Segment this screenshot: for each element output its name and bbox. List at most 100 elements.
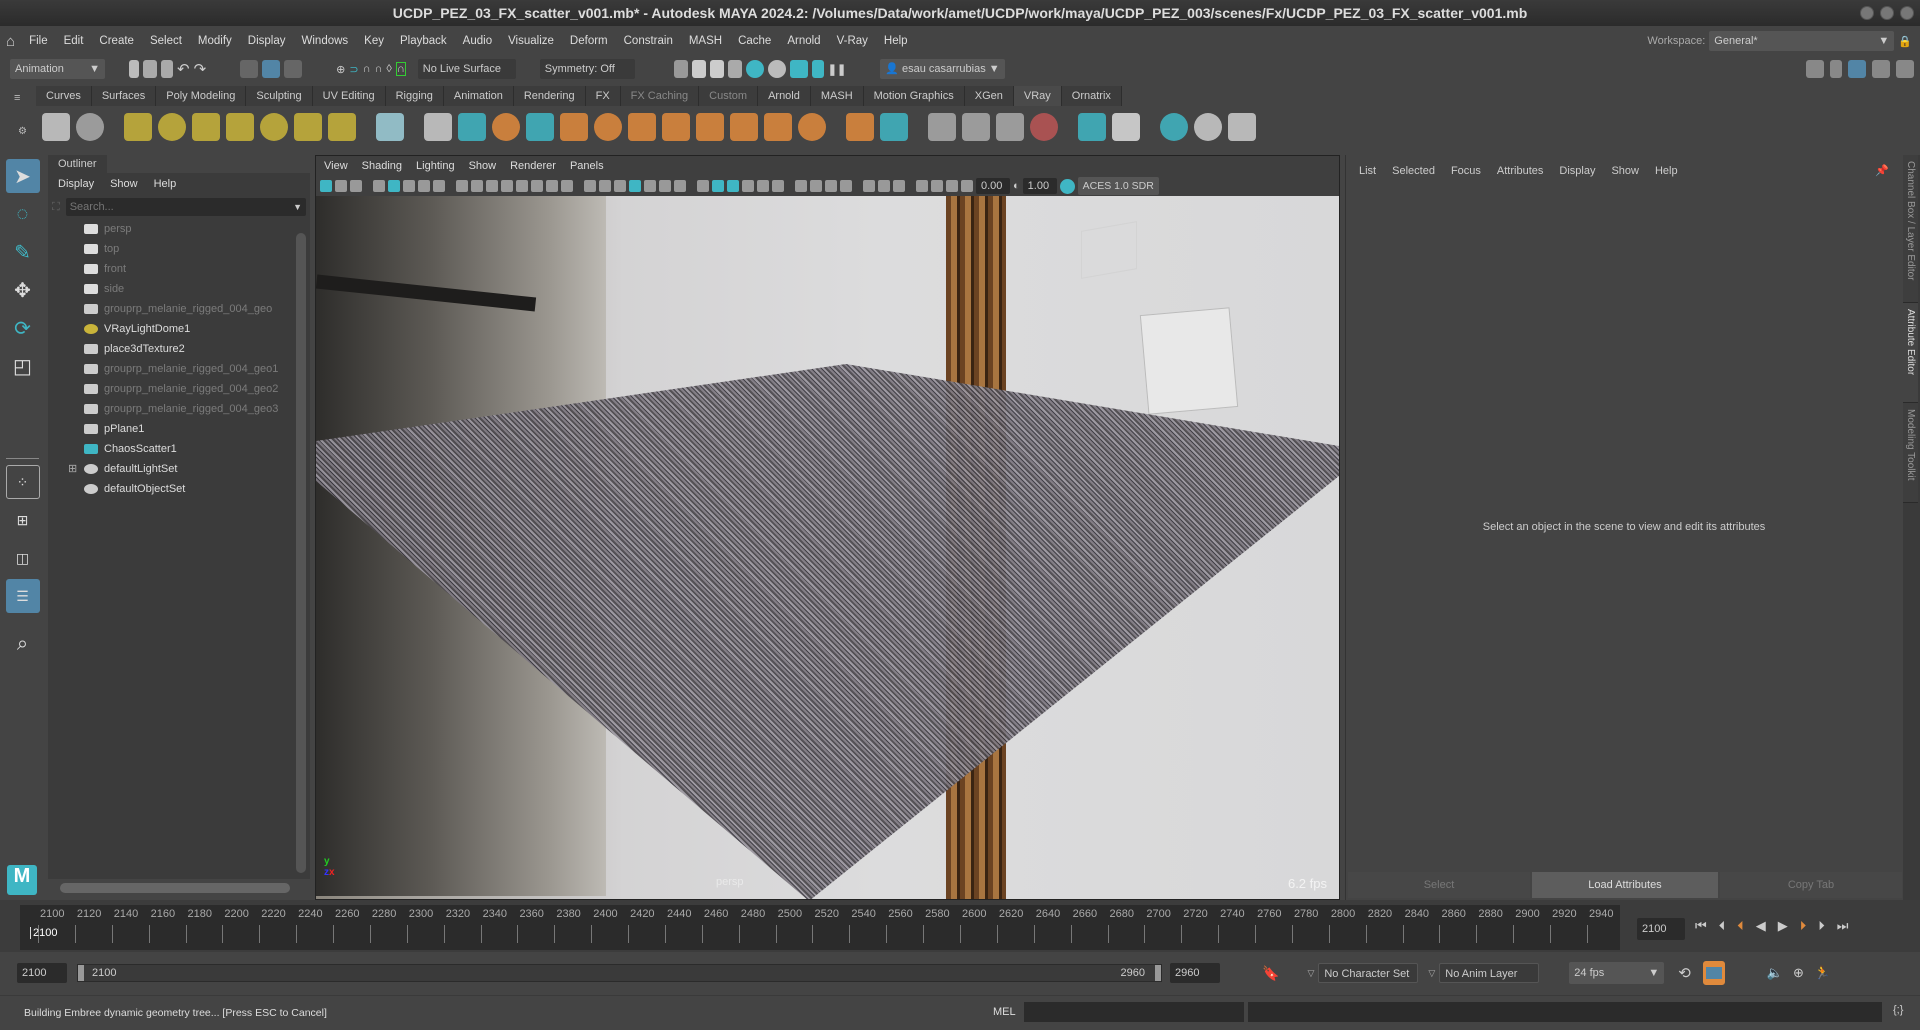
outliner-layout-icon[interactable]: ☰ (5, 579, 40, 613)
viewport-toolbar-icon[interactable] (644, 180, 656, 192)
ae-menu-show[interactable]: Show (1611, 165, 1639, 177)
viewport-toolbar-icon[interactable] (320, 180, 332, 192)
sound-icon[interactable]: 🔈 (1767, 965, 1783, 981)
viewport-toolbar-icon[interactable] (516, 180, 528, 192)
outliner-item[interactable]: top (48, 239, 310, 259)
menu-mash[interactable]: MASH (681, 35, 730, 47)
outliner-search-input[interactable] (69, 201, 270, 213)
shelf-tab-motion-graphics[interactable]: Motion Graphics (863, 86, 965, 106)
lasso-tool-icon[interactable]: ◌ (6, 197, 40, 231)
gamma-field[interactable]: 1.00 (1022, 178, 1057, 194)
shelf-tool-icon[interactable] (1228, 113, 1256, 141)
shelf-tool-icon[interactable] (880, 113, 908, 141)
shelf-tool-icon[interactable] (192, 113, 220, 141)
shelf-settings-icon[interactable]: ⚙ (18, 126, 27, 137)
outliner-item[interactable]: grouprp_melanie_rigged_004_geo2 (48, 379, 310, 399)
pin-icon[interactable]: 📌 (1875, 164, 1889, 177)
outliner-menu-show[interactable]: Show (110, 178, 138, 190)
viewport-toolbar-icon[interactable] (629, 180, 641, 192)
viewport-menu-lighting[interactable]: Lighting (416, 160, 455, 172)
workspace-dropdown[interactable]: General* ▼ (1709, 31, 1895, 51)
viewport-toolbar-icon[interactable] (373, 180, 385, 192)
outliner-item[interactable]: grouprp_melanie_rigged_004_geo1 (48, 359, 310, 379)
viewport-toolbar-icon[interactable] (614, 180, 626, 192)
outliner-item[interactable]: place3dTexture2 (48, 339, 310, 359)
shelf-menu-icon[interactable]: ≡ (14, 92, 20, 104)
animation-end-field[interactable]: 2960 (1170, 963, 1220, 983)
live-surface-field[interactable]: No Live Surface (417, 59, 516, 79)
shelf-tool-icon[interactable] (560, 113, 588, 141)
shelf-tab-vray[interactable]: VRay (1013, 86, 1062, 106)
step-back-key-icon[interactable]: ⏴ (1737, 918, 1744, 934)
outliner-item[interactable]: ⊞ defaultLightSet (48, 459, 310, 479)
viewport-toolbar-icon[interactable] (599, 180, 611, 192)
viewport-toolbar-icon[interactable] (471, 180, 483, 192)
viewport-toolbar-icon[interactable] (840, 180, 852, 192)
menu-cache[interactable]: Cache (730, 35, 779, 47)
menu-set-dropdown[interactable]: Animation ▼ (10, 59, 105, 79)
shelf-tool-icon[interactable] (124, 113, 152, 141)
menu-playback[interactable]: Playback (392, 35, 455, 47)
range-start-handle[interactable] (78, 965, 84, 981)
bookmark-icon[interactable]: 🔖 (1262, 965, 1279, 982)
user-account-dropdown[interactable]: 👤 esau casarrubias ▼ (880, 59, 1006, 79)
snap-surface-icon[interactable]: ◊ (386, 63, 391, 75)
home-icon[interactable]: ⌂ (0, 33, 21, 50)
shelf-tool-icon[interactable] (226, 113, 254, 141)
tool-settings-toggle-icon[interactable] (1872, 60, 1890, 78)
symmetry-dropdown[interactable]: Symmetry: Off (539, 59, 635, 79)
menu-constrain[interactable]: Constrain (616, 35, 681, 47)
shelf-tool-icon[interactable] (526, 113, 554, 141)
shelf-tool-icon[interactable] (76, 113, 104, 141)
outliner-item[interactable]: front (48, 259, 310, 279)
shelf-tool-icon[interactable] (1078, 113, 1106, 141)
lock-icon[interactable]: 🔒 (1898, 35, 1912, 48)
step-forward-frame-icon[interactable]: ⏵ (1818, 918, 1825, 934)
command-input[interactable] (1024, 1002, 1244, 1022)
open-scene-icon[interactable] (143, 60, 157, 78)
minimize-button[interactable] (1860, 6, 1874, 20)
menu-visualize[interactable]: Visualize (500, 35, 562, 47)
render-settings-icon[interactable] (727, 60, 742, 78)
render-current-icon[interactable] (691, 60, 706, 78)
view-cube[interactable] (1081, 221, 1137, 279)
shelf-tool-icon[interactable] (798, 113, 826, 141)
viewport-toolbar-icon[interactable] (403, 180, 415, 192)
snap-grid-icon[interactable]: ⊕ (336, 63, 345, 76)
go-to-start-icon[interactable]: ⏮ (1695, 918, 1707, 934)
menu-edit[interactable]: Edit (56, 35, 92, 47)
viewport-toolbar-icon[interactable] (674, 180, 686, 192)
current-frame-marker[interactable]: 2100 (30, 927, 57, 939)
viewport-toolbar-icon[interactable] (825, 180, 837, 192)
viewport-toolbar-icon[interactable] (501, 180, 513, 192)
move-tool-icon[interactable]: ✥ (6, 273, 40, 307)
expand-icon[interactable]: ⊞ (68, 459, 77, 479)
ae-menu-attributes[interactable]: Attributes (1497, 165, 1543, 177)
viewport-toolbar-icon[interactable] (335, 180, 347, 192)
undo-icon[interactable]: ↶ (177, 60, 190, 78)
viewport-toolbar-icon[interactable] (697, 180, 709, 192)
outliner-item[interactable]: persp (48, 219, 310, 239)
viewport-toolbar-icon[interactable] (863, 180, 875, 192)
animation-start-field[interactable]: 2100 (17, 963, 67, 983)
chevron-down-icon[interactable]: ▽ (1307, 968, 1314, 979)
viewport-toolbar-icon[interactable] (350, 180, 362, 192)
viewport-toolbar-icon[interactable] (961, 180, 973, 192)
viewport-toolbar-icon[interactable] (757, 180, 769, 192)
command-language-toggle[interactable]: MEL (993, 1006, 1016, 1018)
shelf-tab-ornatrix[interactable]: Ornatrix (1061, 86, 1122, 106)
viewport-toolbar-icon[interactable] (742, 180, 754, 192)
shelf-tool-icon[interactable] (846, 113, 874, 141)
shelf-tool-icon[interactable] (628, 113, 656, 141)
viewport-toolbar-icon[interactable] (659, 180, 671, 192)
shelf-tab-curves[interactable]: Curves (36, 86, 92, 106)
ae-select-button[interactable]: Select (1348, 872, 1530, 898)
four-view-layout-icon[interactable]: ⊞ (6, 503, 40, 537)
menu-audio[interactable]: Audio (455, 35, 500, 47)
outliner-item[interactable]: defaultObjectSet (48, 479, 310, 499)
menu-arnold[interactable]: Arnold (779, 35, 828, 47)
character-menu-icon[interactable]: 🏃 (1814, 965, 1830, 981)
outliner-menu-help[interactable]: Help (154, 178, 177, 190)
go-to-end-icon[interactable]: ⏭ (1837, 918, 1849, 934)
shelf-tool-icon[interactable] (42, 113, 70, 141)
